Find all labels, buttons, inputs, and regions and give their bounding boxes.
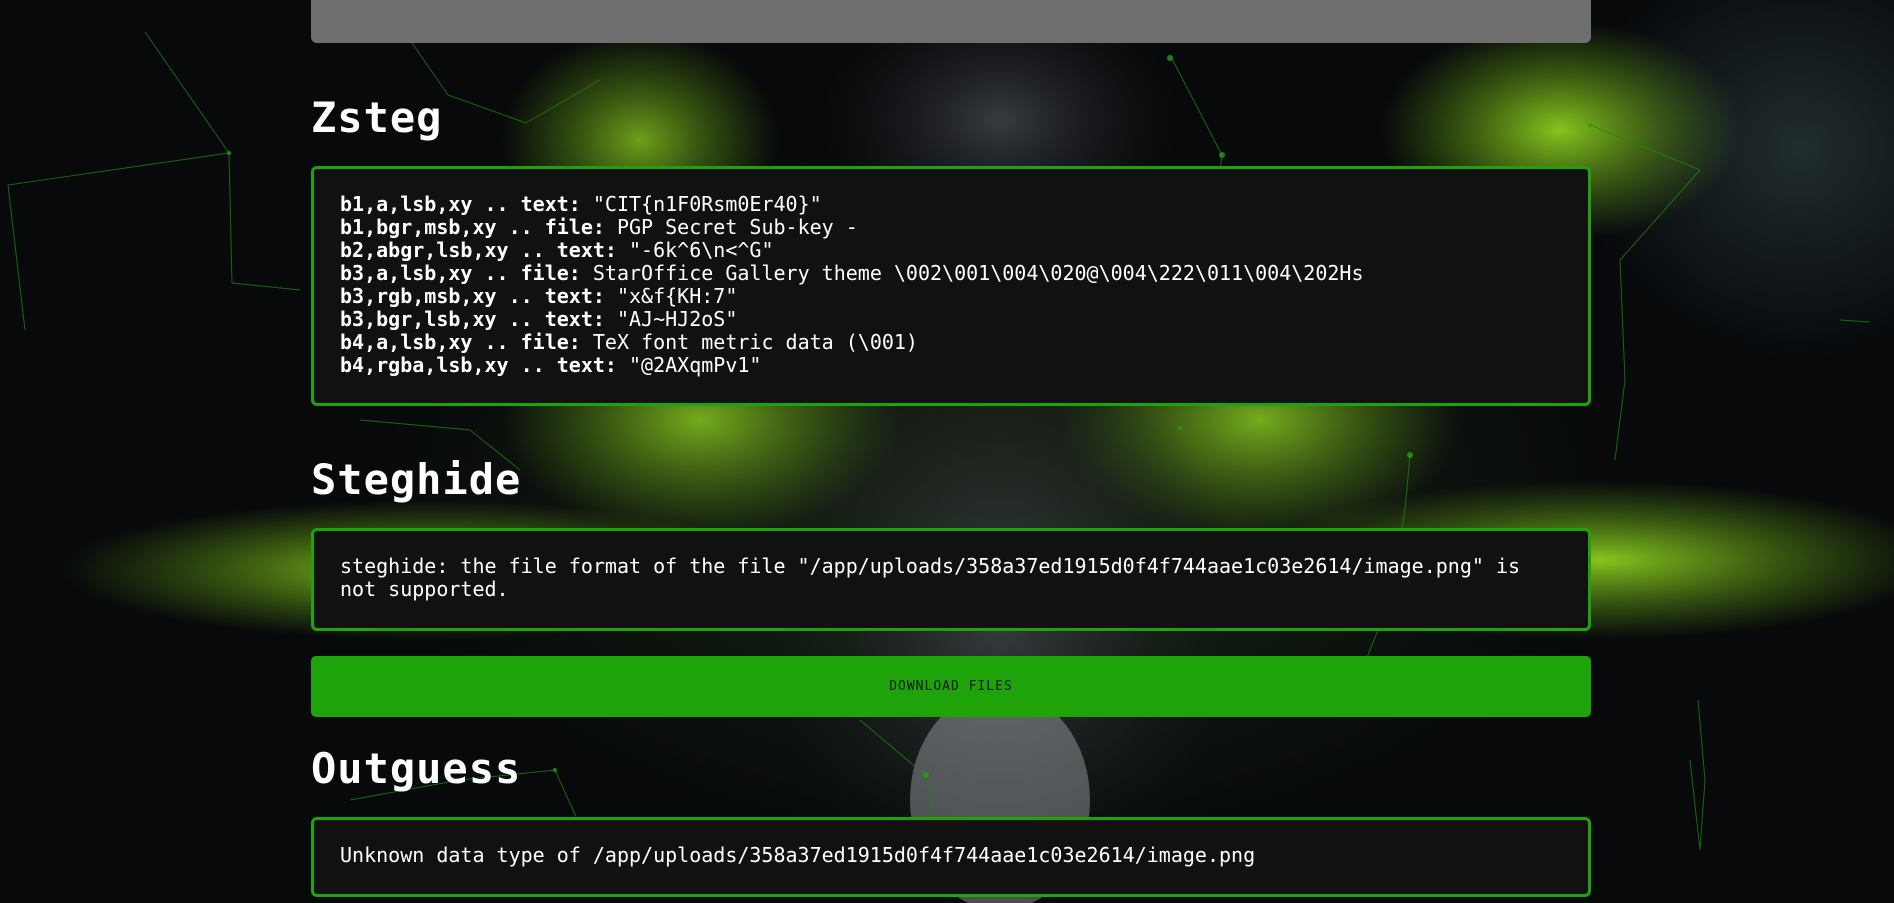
steghide-output-panel: steghide: the file format of the file "/…	[311, 528, 1591, 631]
zsteg-line-key: b1,a,lsb,xy .. text:	[340, 192, 581, 216]
zsteg-line-value: "-6k^6\n<^G"	[616, 238, 774, 262]
zsteg-line-key: b3,rgb,msb,xy .. text:	[340, 284, 605, 308]
background-image	[0, 0, 1894, 903]
network-lines-decoration	[7, 0, 1894, 903]
zsteg-output-lines: b1,a,lsb,xy .. text: "CIT{n1F0Rsm0Er40}"…	[340, 193, 1562, 377]
zsteg-line-value: StarOffice Gallery theme \002\001\004\02…	[580, 261, 1364, 285]
zsteg-line-value: "AJ~HJ2oS"	[604, 307, 738, 331]
zsteg-line-key: b3,a,lsb,xy .. file:	[340, 261, 581, 285]
download-files-button[interactable]: DOWNLOAD FILES	[311, 656, 1591, 717]
zsteg-line-key: b2,abgr,lsb,xy .. text:	[340, 238, 617, 262]
zsteg-line: b3,bgr,lsb,xy .. text: "AJ~HJ2oS"	[340, 308, 1562, 331]
zsteg-line: b1,a,lsb,xy .. text: "CIT{n1F0Rsm0Er40}"	[340, 193, 1562, 216]
previous-result-panel	[311, 0, 1591, 43]
zsteg-heading: Zsteg	[311, 93, 443, 142]
zsteg-line: b3,a,lsb,xy .. file: StarOffice Gallery …	[340, 262, 1562, 285]
zsteg-line: b4,a,lsb,xy .. file: TeX font metric dat…	[340, 331, 1562, 354]
zsteg-line-value: "CIT{n1F0Rsm0Er40}"	[580, 192, 822, 216]
zsteg-line-value: PGP Secret Sub-key -	[604, 215, 858, 239]
outguess-heading: Outguess	[311, 744, 522, 793]
zsteg-line-key: b3,bgr,lsb,xy .. text:	[340, 307, 605, 331]
zsteg-line-value: "@2AXqmPv1"	[616, 353, 762, 377]
zsteg-line-key: b4,rgba,lsb,xy .. text:	[340, 353, 617, 377]
zsteg-line: b3,rgb,msb,xy .. text: "x&f{KH:7"	[340, 285, 1562, 308]
zsteg-line-key: b4,a,lsb,xy .. file:	[340, 330, 581, 354]
outguess-output-text: Unknown data type of /app/uploads/358a37…	[340, 843, 1256, 867]
zsteg-line-value: "x&f{KH:7"	[604, 284, 738, 308]
zsteg-line-value: TeX font metric data (\001)	[580, 330, 918, 354]
zsteg-line-key: b1,bgr,msb,xy .. file:	[340, 215, 605, 239]
zsteg-line: b4,rgba,lsb,xy .. text: "@2AXqmPv1"	[340, 354, 1562, 377]
zsteg-output-panel: b1,a,lsb,xy .. text: "CIT{n1F0Rsm0Er40}"…	[311, 166, 1591, 406]
steghide-output-text: steghide: the file format of the file "/…	[340, 554, 1521, 601]
zsteg-line: b1,bgr,msb,xy .. file: PGP Secret Sub-ke…	[340, 216, 1562, 239]
outguess-output-panel: Unknown data type of /app/uploads/358a37…	[311, 817, 1591, 897]
steghide-heading: Steghide	[311, 455, 522, 504]
zsteg-line: b2,abgr,lsb,xy .. text: "-6k^6\n<^G"	[340, 239, 1562, 262]
